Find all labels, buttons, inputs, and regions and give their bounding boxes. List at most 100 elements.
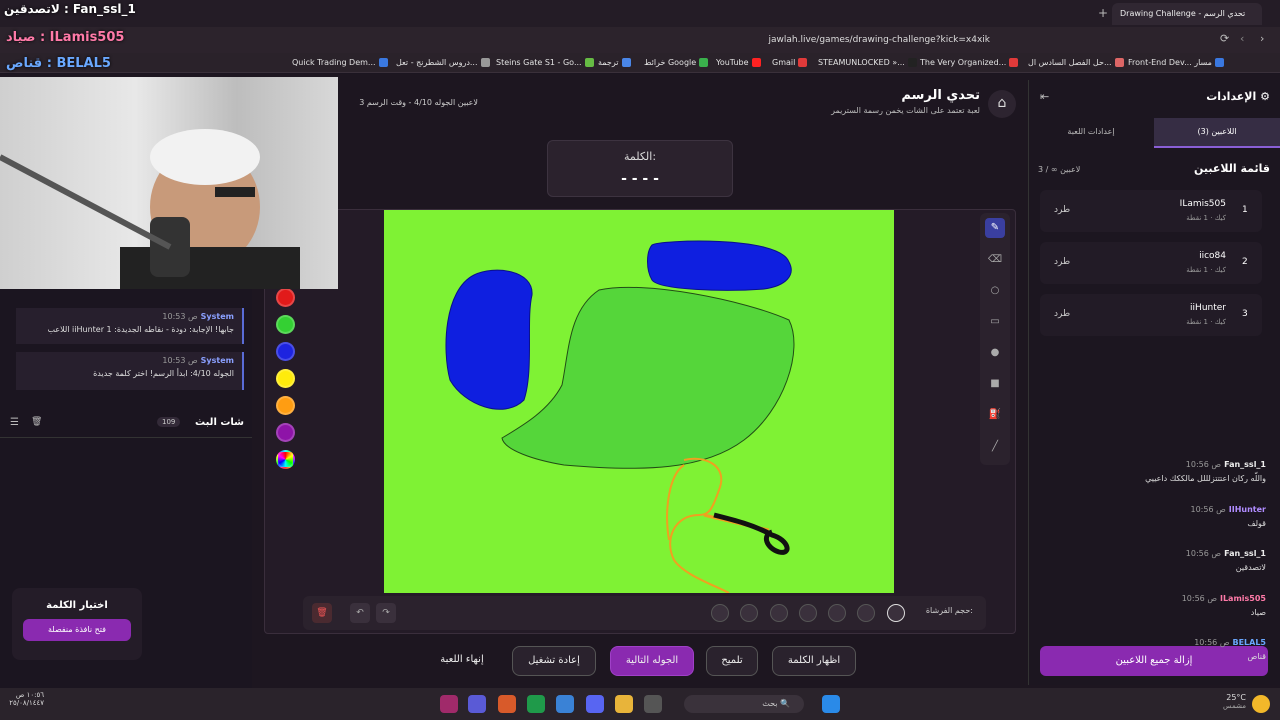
player-rank: 1 [1242, 205, 1248, 215]
player-row: طرد iico84 كيك · 1 نقطة 2 [1040, 242, 1262, 284]
reveal-word-button[interactable]: اظهار الكلمة [772, 646, 856, 676]
overlay-line-2: صياد : ILamis505 [6, 30, 125, 45]
system-message: 10:53 ص System اللاعب iiHunter جابها! الإ… [16, 308, 244, 344]
fill-bucket-icon[interactable]: ⛽ [985, 405, 1005, 425]
player-score: كيك · 1 نقطة [1186, 318, 1226, 326]
home-button[interactable]: ⌂ [988, 90, 1016, 118]
chat-message: 10:56 ص IIHunter قولف [1190, 505, 1266, 528]
kick-button[interactable]: طرد [1054, 257, 1070, 267]
webcam-image [0, 129, 300, 307]
app-icon[interactable] [556, 695, 574, 713]
gear-icon: ⚙ [1260, 90, 1270, 103]
drawing-canvas[interactable] [384, 210, 894, 594]
kick-button[interactable]: طرد [1054, 205, 1070, 215]
end-game-button[interactable]: إنهاء اللعبة [428, 646, 496, 676]
brush-size-option-selected[interactable] [887, 604, 905, 622]
collapse-panel-icon[interactable]: ⇤ [1040, 90, 1049, 103]
bookmark-item[interactable]: YouTube [716, 53, 761, 73]
url-text: jawlah.live/games/drawing-challenge?kick… [768, 35, 990, 45]
address-bar-row: jawlah.live/games/drawing-challenge?kick… [0, 27, 1280, 53]
page-subtitle: لعبة تعتمد على الشات يخمن رسمة الستريمر [831, 106, 980, 115]
overlay-line-1: لاتصدقين : Fan_ssl_1 [4, 2, 136, 16]
line-tool-icon[interactable]: ╱ [985, 437, 1005, 457]
search-icon: 🔍 [780, 699, 790, 708]
bookmark-item[interactable]: Front-End Dev... مسار [1128, 53, 1224, 73]
brush-size-option[interactable] [740, 604, 758, 622]
overlay-line-3: قناص : BELAL5 [6, 56, 111, 71]
hint-button[interactable]: تلميح [706, 646, 758, 676]
circle-outline-tool-icon[interactable]: ○ [985, 281, 1005, 301]
open-window-button[interactable]: فتح نافذة منفصلة [23, 619, 131, 641]
reload-icon[interactable]: ⟳ [1220, 32, 1229, 45]
rectangle-fill-tool-icon[interactable]: ■ [985, 374, 1005, 394]
color-swatch[interactable] [276, 423, 295, 442]
bookmark-item[interactable]: خرائط Google [644, 53, 709, 73]
brush-size-option[interactable] [828, 604, 846, 622]
bookmark-item[interactable]: ترجمة [598, 53, 631, 73]
chat-message: 10:56 ص BELAL5 قناص [1194, 638, 1266, 661]
choose-word-card: اختيار الكلمة فتح نافذة منفصلة [12, 588, 142, 660]
circle-fill-tool-icon[interactable]: ● [985, 343, 1005, 363]
word-label: الكلمة: [623, 150, 657, 163]
bookmark-item[interactable]: Gmail [772, 53, 808, 73]
brush-size-option[interactable] [799, 604, 817, 622]
app-icon[interactable] [468, 695, 486, 713]
discord-icon[interactable] [586, 695, 604, 713]
round-status: 3 لاعبين الجوله 4/10 - وقت الرسم [359, 98, 478, 107]
player-score: كيك · 1 نقطة [1186, 214, 1226, 222]
forward-icon[interactable]: ‹ [1240, 32, 1244, 45]
new-tab-icon[interactable]: + [1098, 6, 1108, 20]
chat-count-badge: 109 [157, 417, 181, 427]
app-icon[interactable] [440, 695, 458, 713]
brush-size-option[interactable] [857, 604, 875, 622]
drawing-strokes [445, 240, 795, 594]
browser-icon[interactable] [498, 695, 516, 713]
tab-game-settings[interactable]: إعدادات اللعبة [1028, 118, 1154, 148]
app-icon[interactable] [644, 695, 662, 713]
tab-players[interactable]: اللاعبين (3) [1154, 118, 1280, 148]
taskbar: ١٠:٥٦ ص ٢٥/٠٨/١٤٤٧ بحث 🔍 25°C مشمس [0, 688, 1280, 720]
custom-color-picker[interactable] [276, 450, 295, 469]
choose-word-title: اختيار الكلمة [46, 600, 108, 611]
canvas-toolbar: 🗑 ↶ ↷ حجم الفرشاة: [303, 596, 986, 630]
bookmark-item[interactable]: حل الفصل السادس ال... [1028, 53, 1124, 73]
next-round-button[interactable]: الجوله التالية [610, 646, 694, 676]
restart-button[interactable]: إعادة تشغيل [512, 646, 596, 676]
chat-title: شات البث [195, 417, 244, 428]
players-count: 3 / ∞ لاعبين [1038, 165, 1081, 174]
bookmark-item[interactable]: Steins Gate S1 - Go... [496, 53, 594, 73]
player-name: iiHunter [1190, 303, 1226, 313]
url-field[interactable]: jawlah.live/games/drawing-challenge?kick… [560, 30, 1030, 50]
color-swatch[interactable] [276, 396, 295, 415]
kick-button[interactable]: طرد [1054, 309, 1070, 319]
clear-canvas-icon[interactable]: 🗑 [312, 603, 332, 623]
pencil-tool-icon[interactable]: ✎ [985, 218, 1005, 238]
brush-size-label: حجم الفرشاة: [925, 606, 973, 615]
bookmark-item[interactable]: Quick Trading Dem... [292, 53, 388, 73]
color-swatch[interactable] [276, 369, 295, 388]
undo-icon[interactable]: ↶ [350, 603, 370, 623]
chat-menu-icon[interactable]: ☰ [10, 417, 19, 428]
rectangle-outline-tool-icon[interactable]: ▭ [985, 312, 1005, 332]
bookmark-item[interactable]: STEAMUNLOCKED »... [818, 53, 917, 73]
bookmark-item[interactable]: The Very Organized... [920, 53, 1019, 73]
folder-icon[interactable] [615, 695, 633, 713]
color-swatch[interactable] [276, 342, 295, 361]
player-row: طرد ILamis505 كيك · 1 نقطة 1 [1040, 190, 1262, 232]
app-icon[interactable] [527, 695, 545, 713]
bookmark-item[interactable]: دروس الشطرنج - تعل... [396, 53, 490, 73]
back-icon[interactable]: › [1260, 32, 1264, 45]
color-swatch[interactable] [276, 288, 295, 307]
tool-panel: ✎ ⌫ ○ ▭ ● ■ ⛽ ╱ [980, 213, 1010, 465]
brush-size-option[interactable] [711, 604, 729, 622]
redo-icon[interactable]: ↷ [376, 603, 396, 623]
windows-start-icon[interactable] [822, 695, 840, 713]
player-row: طرد iiHunter كيك · 1 نقطة 3 [1040, 294, 1262, 336]
browser-tab[interactable]: Drawing Challenge - تحدي الرسم [1112, 3, 1262, 25]
chat-header: ☰ 🗑 109 شات البث [0, 410, 252, 438]
eraser-tool-icon[interactable]: ⌫ [985, 250, 1005, 270]
search-box[interactable]: بحث 🔍 [684, 695, 804, 713]
brush-size-option[interactable] [770, 604, 788, 622]
color-swatch[interactable] [276, 315, 295, 334]
chat-clear-icon[interactable]: 🗑 [31, 417, 42, 427]
